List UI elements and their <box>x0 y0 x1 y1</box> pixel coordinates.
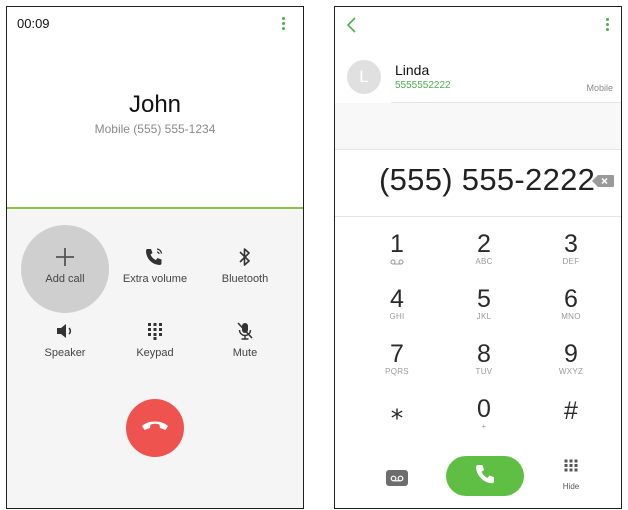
mute-mic-icon <box>200 319 290 343</box>
mute-label: Mute <box>232 347 258 359</box>
key-9-digit: 9 <box>564 340 578 368</box>
key-3-letters: DEF <box>562 257 580 266</box>
plus-icon <box>20 245 110 269</box>
bluetooth-label: Bluetooth <box>221 273 269 285</box>
bluetooth-button[interactable]: Bluetooth <box>200 245 290 285</box>
key-5[interactable]: 5 JKL <box>449 286 519 322</box>
speaker-icon <box>20 319 110 343</box>
extra-volume-label: Extra volume <box>122 273 188 285</box>
keypad-icon <box>110 319 200 343</box>
key-0-plus: + <box>481 422 487 431</box>
end-call-button[interactable] <box>126 399 184 457</box>
voicemail-icon <box>390 469 404 487</box>
contact-avatar: L <box>347 60 381 94</box>
phone-icon <box>474 463 496 490</box>
key-7-digit: 7 <box>390 340 404 368</box>
keypad-icon <box>564 459 578 472</box>
key-3-digit: 3 <box>564 230 578 258</box>
mute-button[interactable]: Mute <box>200 319 290 359</box>
key-6-digit: 6 <box>564 285 578 313</box>
voicemail-icon <box>390 259 404 265</box>
key-hash-digit: # <box>564 397 578 425</box>
backspace-icon[interactable] <box>591 174 615 188</box>
more-options-icon[interactable] <box>606 18 610 34</box>
key-4-letters: GHI <box>389 312 405 321</box>
call-timer: 00:09 <box>17 16 50 31</box>
key-5-digit: 5 <box>477 285 491 313</box>
add-call-label: Add call <box>45 273 85 285</box>
key-4-digit: 4 <box>390 285 404 313</box>
bluetooth-icon <box>200 245 290 269</box>
key-2-letters: ABC <box>475 257 493 266</box>
keypad-label: Keypad <box>136 347 174 359</box>
key-1[interactable]: 1 <box>362 231 432 267</box>
phone-volume-icon <box>110 245 200 269</box>
hide-keypad-button[interactable]: Hide <box>550 459 592 491</box>
key-2[interactable]: 2 ABC <box>449 231 519 267</box>
key-6-letters: MNO <box>561 312 581 321</box>
key-0-digit: 0 <box>477 395 491 423</box>
key-5-letters: JKL <box>476 312 492 321</box>
suggestion-spacer <box>335 103 621 149</box>
key-8[interactable]: 8 TUV <box>449 341 519 377</box>
key-8-digit: 8 <box>477 340 491 368</box>
key-9-letters: WXYZ <box>558 367 584 376</box>
contact-name[interactable]: Linda <box>395 62 429 78</box>
key-star[interactable]: ⁎ <box>362 398 432 434</box>
in-call-screen: 00:09 John Mobile (555) 555-1234 Add cal… <box>6 6 304 509</box>
key-0[interactable]: 0 + <box>449 396 519 432</box>
key-8-letters: TUV <box>475 367 493 376</box>
hide-label: Hide <box>562 482 580 491</box>
more-options-icon[interactable] <box>282 17 286 33</box>
key-4[interactable]: 4 GHI <box>362 286 432 322</box>
key-1-digit: 1 <box>390 230 404 258</box>
contact-number-type: Mobile <box>586 83 613 93</box>
key-6[interactable]: 6 MNO <box>536 286 606 322</box>
dialer-screen: L Linda 5555552222 Mobile (555) 555-2222… <box>334 6 622 509</box>
key-2-digit: 2 <box>477 230 491 258</box>
contact-number[interactable]: 5555552222 <box>395 80 451 91</box>
call-button[interactable] <box>446 456 524 496</box>
extra-volume-button[interactable]: Extra volume <box>110 245 200 285</box>
speaker-button[interactable]: Speaker <box>20 319 110 359</box>
keypad-button[interactable]: Keypad <box>110 319 200 359</box>
key-3[interactable]: 3 DEF <box>536 231 606 267</box>
caller-name: John <box>128 91 182 118</box>
add-call-button[interactable]: Add call <box>20 245 110 285</box>
key-9[interactable]: 9 WXYZ <box>536 341 606 377</box>
voicemail-button[interactable] <box>386 470 408 486</box>
caller-number: Mobile (555) 555-1234 <box>94 122 216 136</box>
key-7[interactable]: 7 PQRS <box>362 341 432 377</box>
key-hash[interactable]: # <box>536 398 606 434</box>
key-star-digit: ⁎ <box>390 397 404 425</box>
back-arrow-icon[interactable] <box>344 16 360 34</box>
end-call-icon <box>140 419 170 438</box>
speaker-label: Speaker <box>44 347 86 359</box>
key-7-letters: PQRS <box>385 367 409 376</box>
dialed-number[interactable]: (555) 555-2222 <box>379 162 595 198</box>
